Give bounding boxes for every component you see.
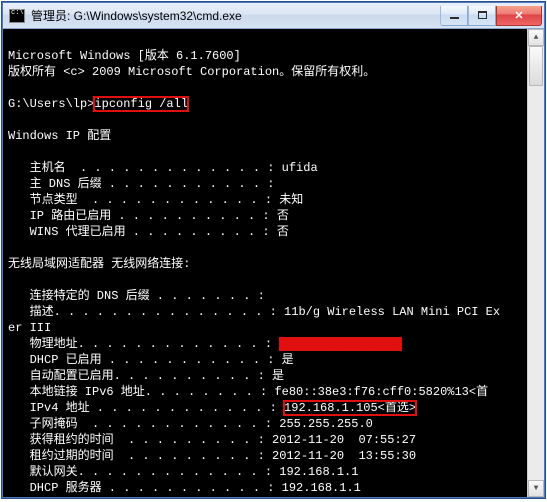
scroll-down-button[interactable]: ▼ xyxy=(528,480,544,497)
node-type-value: 未知 xyxy=(279,193,303,207)
row-iaid: DHCPv6 IAID . . . . . . . . . . . : 2181… xyxy=(8,496,539,497)
command-text: ipconfig /all xyxy=(94,97,188,111)
wins-proxy-value: 否 xyxy=(277,225,289,239)
lease-expires-value: 2012-11-20 13:55:30 xyxy=(272,449,416,463)
description-value: 11b/g Wireless LAN Mini PCI Ex xyxy=(284,305,500,319)
lease-expires-label: 租约过期的时间 . . . . . . . . . : xyxy=(8,449,272,463)
ipv4-value: 192.168.1.105<首选> xyxy=(284,401,416,415)
banner-line-1: Microsoft Windows [版本 6.1.7600] xyxy=(8,48,539,64)
minimize-button[interactable] xyxy=(440,6,468,26)
description-label: 描述. . . . . . . . . . . . . . . : xyxy=(8,305,284,319)
node-type-label: 节点类型 . . . . . . . . . . . . : xyxy=(8,193,279,207)
ipv4-highlight: 192.168.1.105<首选> xyxy=(284,401,416,415)
terminal-output[interactable]: Microsoft Windows [版本 6.1.7600]版权所有 <c> … xyxy=(3,29,544,497)
scroll-thumb[interactable] xyxy=(529,46,543,86)
chevron-up-icon: ▲ xyxy=(534,30,539,46)
maximize-button[interactable] xyxy=(468,6,496,26)
row-lease-expires: 租约过期的时间 . . . . . . . . . : 2012-11-20 1… xyxy=(8,448,539,464)
section-wlan: 无线局域网适配器 无线网络连接: xyxy=(8,256,539,272)
hostname-label: 主机名 . . . . . . . . . . . . . : xyxy=(8,161,282,175)
row-description-wrap: er III xyxy=(8,320,539,336)
section-ipconfig: Windows IP 配置 xyxy=(8,128,539,144)
banner-line-2: 版权所有 <c> 2009 Microsoft Corporation。保留所有… xyxy=(8,64,539,80)
autoconfig-value: 是 xyxy=(272,369,284,383)
row-dns-suffix: 主 DNS 后缀 . . . . . . . . . . . : xyxy=(8,176,539,192)
dhcp-enabled-label: DHCP 已启用 . . . . . . . . . . . : xyxy=(8,353,282,367)
gateway-value: 192.168.1.1 xyxy=(279,465,358,479)
close-button[interactable]: ✕ xyxy=(496,6,542,26)
chevron-down-icon: ▼ xyxy=(534,481,539,497)
prompt: G:\Users\lp> xyxy=(8,97,94,111)
close-icon: ✕ xyxy=(514,9,523,22)
row-wins-proxy: WINS 代理已启用 . . . . . . . . . : 否 xyxy=(8,224,539,240)
subnet-value: 255.255.255.0 xyxy=(279,417,373,431)
row-ipv4: IPv4 地址 . . . . . . . . . . . . : 192.16… xyxy=(8,400,539,416)
maximize-icon xyxy=(478,11,487,19)
cmd-icon xyxy=(9,9,25,23)
row-subnet: 子网掩码 . . . . . . . . . . . . : 255.255.2… xyxy=(8,416,539,432)
dhcp-enabled-value: 是 xyxy=(282,353,294,367)
wins-proxy-label: WINS 代理已启用 . . . . . . . . . : xyxy=(8,225,277,239)
physical-addr-redacted: XX-XX-XX-XX-XX-XX xyxy=(279,337,401,351)
command-highlight: ipconfig /all xyxy=(94,97,188,111)
row-dhcp-server: DHCP 服务器 . . . . . . . . . . . : 192.168… xyxy=(8,480,539,496)
row-physical-addr: 物理地址. . . . . . . . . . . . . : XX-XX-XX… xyxy=(8,336,539,352)
row-ip-routing: IP 路由已启用 . . . . . . . . . . : 否 xyxy=(8,208,539,224)
lease-obtained-value: 2012-11-20 07:55:27 xyxy=(272,433,416,447)
window-controls: ✕ xyxy=(440,6,542,26)
row-lease-obtained: 获得租约的时间 . . . . . . . . . : 2012-11-20 0… xyxy=(8,432,539,448)
ip-routing-value: 否 xyxy=(277,209,289,223)
gateway-label: 默认网关. . . . . . . . . . . . . : xyxy=(8,465,279,479)
ipv4-label: IPv4 地址 . . . . . . . . . . . . : xyxy=(8,401,284,415)
row-gateway: 默认网关. . . . . . . . . . . . . : 192.168.… xyxy=(8,464,539,480)
row-dhcp-enabled: DHCP 已启用 . . . . . . . . . . . : 是 xyxy=(8,352,539,368)
scroll-track[interactable] xyxy=(528,46,544,480)
physical-addr-label: 物理地址. . . . . . . . . . . . . : xyxy=(8,337,279,351)
hostname-value: ufida xyxy=(282,161,318,175)
dhcp-server-label: DHCP 服务器 . . . . . . . . . . . : xyxy=(8,481,282,495)
row-node-type: 节点类型 . . . . . . . . . . . . : 未知 xyxy=(8,192,539,208)
subnet-label: 子网掩码 . . . . . . . . . . . . : xyxy=(8,417,279,431)
ipv6-value: fe80::38e3:f76:cff0:5820%13<首 xyxy=(274,385,488,399)
minimize-icon xyxy=(450,17,459,19)
ip-routing-label: IP 路由已启用 . . . . . . . . . . : xyxy=(8,209,277,223)
ipv6-label: 本地链接 IPv6 地址. . . . . . . . : xyxy=(8,385,274,399)
prompt-line: G:\Users\lp>ipconfig /all xyxy=(8,96,539,112)
dhcp-server-value: 192.168.1.1 xyxy=(282,481,361,495)
titlebar[interactable]: 管理员: G:\Windows\system32\cmd.exe ✕ xyxy=(3,3,544,29)
cmd-window: 管理员: G:\Windows\system32\cmd.exe ✕ Micro… xyxy=(2,2,545,498)
scroll-up-button[interactable]: ▲ xyxy=(528,29,544,46)
vertical-scrollbar[interactable]: ▲ ▼ xyxy=(527,29,544,497)
autoconfig-label: 自动配置已启用. . . . . . . . . . : xyxy=(8,369,272,383)
lease-obtained-label: 获得租约的时间 . . . . . . . . . : xyxy=(8,433,272,447)
row-hostname: 主机名 . . . . . . . . . . . . . : ufida xyxy=(8,160,539,176)
row-linklocal-ipv6: 本地链接 IPv6 地址. . . . . . . . : fe80::38e3… xyxy=(8,384,539,400)
row-description: 描述. . . . . . . . . . . . . . . : 11b/g … xyxy=(8,304,539,320)
row-autoconfig: 自动配置已启用. . . . . . . . . . : 是 xyxy=(8,368,539,384)
window-title: 管理员: G:\Windows\system32\cmd.exe xyxy=(31,7,440,24)
row-conn-dns: 连接特定的 DNS 后缀 . . . . . . . : xyxy=(8,288,539,304)
